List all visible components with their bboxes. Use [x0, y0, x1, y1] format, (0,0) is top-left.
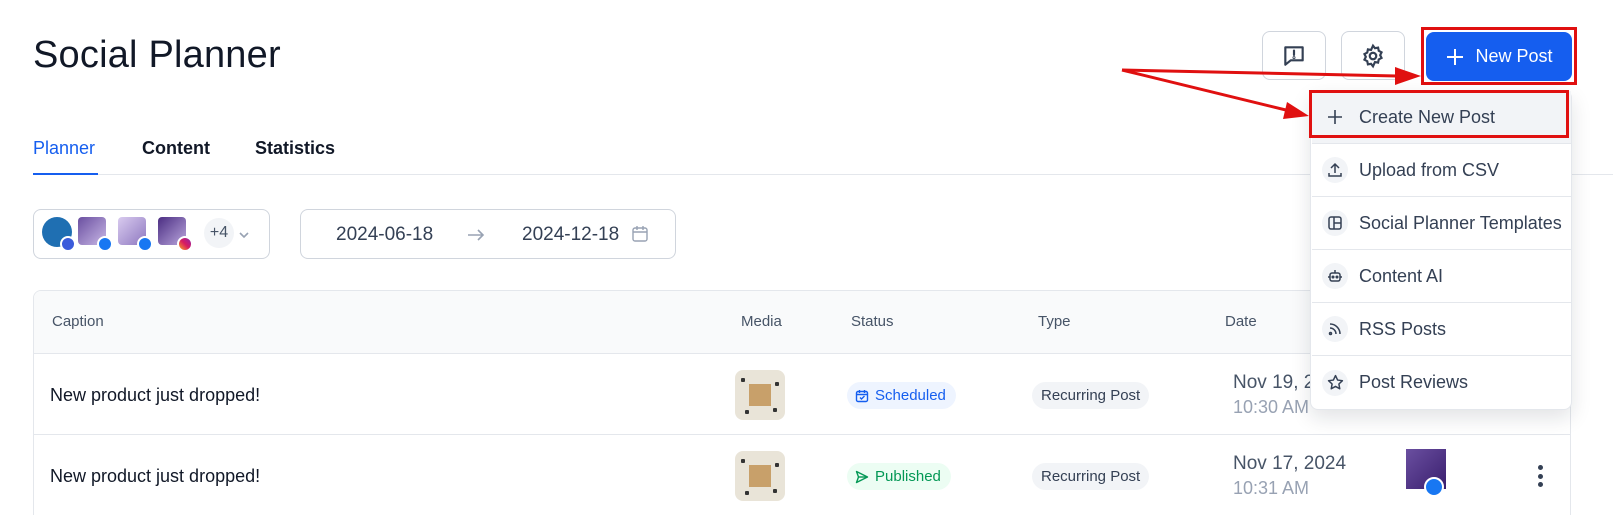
annotation-arrow	[1121, 68, 1398, 78]
annotation-arrow	[1121, 68, 1291, 113]
annotation-arrowhead	[1283, 102, 1309, 119]
annotation-arrowhead	[1395, 67, 1421, 85]
annotation-arrows	[1121, 67, 1421, 119]
